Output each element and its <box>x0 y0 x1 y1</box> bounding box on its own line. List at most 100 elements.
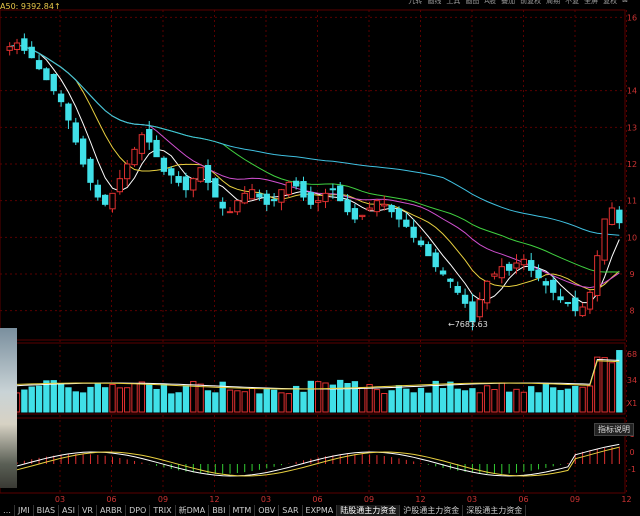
volume-bar <box>337 379 344 413</box>
volume-bar <box>564 388 572 413</box>
candle-body <box>315 200 322 203</box>
candle-body <box>403 219 410 227</box>
volume-bar <box>608 362 616 413</box>
volume-bar <box>278 392 285 413</box>
time-tick-label: 03 <box>55 495 65 504</box>
kline-chart-canvas[interactable]: 16 14 13 12 11 10 9 8 03 06 09 12 03 06 09 12 03 06 09 12 68… <box>0 0 640 505</box>
indicator-tab[interactable]: JMI <box>15 505 34 516</box>
candle-body <box>21 38 28 51</box>
candle-body <box>124 163 131 180</box>
indicator-tab[interactable]: EXPMA <box>303 505 338 516</box>
indicator-tab[interactable]: 沪股通主力资金 <box>400 505 464 516</box>
indicator-tab[interactable]: ASI <box>59 505 79 516</box>
price-tick-label: 9 <box>629 270 634 279</box>
toolbar-item[interactable]: 全屏 <box>584 0 598 6</box>
candle-body <box>542 281 550 286</box>
volume-bar <box>351 381 359 413</box>
toolbar-item[interactable]: 前复权 <box>520 0 541 6</box>
volume-bar <box>263 388 270 413</box>
candle-body <box>616 209 623 224</box>
volume-bar <box>410 392 417 413</box>
volume-bar <box>425 392 432 413</box>
volume-bar <box>322 382 329 413</box>
candle-body <box>292 180 300 187</box>
toolbar-item[interactable]: 画线 <box>427 0 441 6</box>
volume-bar <box>483 385 491 413</box>
candle-body <box>513 262 520 269</box>
volume-bar <box>528 386 535 413</box>
volume-bar <box>469 388 476 413</box>
toolbar-item[interactable]: 复权 <box>603 0 617 6</box>
volume-bar <box>476 392 483 413</box>
volume-bar <box>21 389 28 413</box>
indicator-tab[interactable]: MTM <box>230 505 256 516</box>
indicator-tab[interactable]: SAR <box>279 505 303 516</box>
toolbar-item[interactable]: ⊠ <box>622 0 628 6</box>
candle-body <box>175 176 182 183</box>
top-toolbar: 九转 画线 工具 画图 A股 叠加 前复权 周期 不复 全屏 复权 ⊠ <box>408 0 628 6</box>
indicator-tab[interactable]: … <box>0 505 15 516</box>
candle-body <box>116 178 124 193</box>
macd-tick-label: -1 <box>628 465 636 474</box>
candle-body <box>395 208 403 220</box>
candle-body <box>28 46 35 59</box>
indicator-tab[interactable]: ARBR <box>97 505 127 516</box>
indicator-tab[interactable]: OBV <box>255 505 280 516</box>
indicator-tab[interactable]: VR <box>79 505 97 516</box>
volume-bar <box>616 350 623 413</box>
candle-body <box>505 263 513 271</box>
volume-tick-label: 34 <box>627 376 637 385</box>
indicator-tab[interactable]: BIAS <box>34 505 60 516</box>
toolbar-item[interactable]: A股 <box>484 0 496 6</box>
candle-body <box>94 184 101 198</box>
candle-body <box>461 294 469 304</box>
candle-body <box>491 273 498 277</box>
indicator-tab[interactable]: 陆股通主力资金 <box>337 505 401 516</box>
indicator-help-button[interactable]: 指标说明 <box>594 423 634 436</box>
volume-ma-line <box>9 360 620 390</box>
volume-bar <box>175 392 182 413</box>
time-tick-label: 09 <box>364 495 374 504</box>
toolbar-item[interactable]: 画图 <box>465 0 479 6</box>
volume-bar <box>417 387 425 413</box>
indicator-tab[interactable]: 深股通主力资金 <box>463 505 527 516</box>
candle-body <box>65 103 72 121</box>
price-tick-label: 11 <box>627 197 637 206</box>
candle-body <box>285 181 292 195</box>
candle-body <box>344 199 351 213</box>
panel-border <box>0 417 626 494</box>
volume-bar <box>447 381 454 413</box>
price-tick-label: 14 <box>627 87 637 96</box>
indicator-tab[interactable]: 新DMA <box>176 505 210 516</box>
indicator-tab[interactable]: DPO <box>126 505 151 516</box>
candle-body <box>197 167 204 182</box>
volume-bar <box>234 390 241 413</box>
volume-bar <box>94 382 101 413</box>
candle-body <box>6 46 13 51</box>
toolbar-item[interactable]: 叠加 <box>501 0 515 6</box>
toolbar-item[interactable]: 九转 <box>408 0 422 6</box>
candle-body <box>219 201 226 209</box>
volume-bar <box>307 380 314 413</box>
volume-bar <box>248 387 256 413</box>
indicator-tab[interactable]: BBI <box>209 505 230 516</box>
candle-body <box>469 301 476 323</box>
indicator-tab[interactable]: TRIX <box>150 505 176 516</box>
volume-bar <box>168 393 175 413</box>
candle-body <box>256 193 263 198</box>
volume-bar <box>28 386 35 413</box>
candle-body <box>50 73 57 92</box>
toolbar-item[interactable]: 工具 <box>446 0 460 6</box>
volume-bar <box>131 383 138 413</box>
toolbar-item[interactable]: 不复 <box>565 0 579 6</box>
volume-bar <box>535 392 542 413</box>
candle-body <box>439 270 447 275</box>
volume-bar <box>146 383 153 413</box>
volume-bar <box>395 385 403 413</box>
candle-body <box>204 164 212 183</box>
candle-body <box>190 178 197 191</box>
toolbar-item[interactable]: 周期 <box>546 0 560 6</box>
candle-body <box>101 194 109 205</box>
time-tick-label: 03 <box>467 495 477 504</box>
candle-body <box>454 286 461 293</box>
